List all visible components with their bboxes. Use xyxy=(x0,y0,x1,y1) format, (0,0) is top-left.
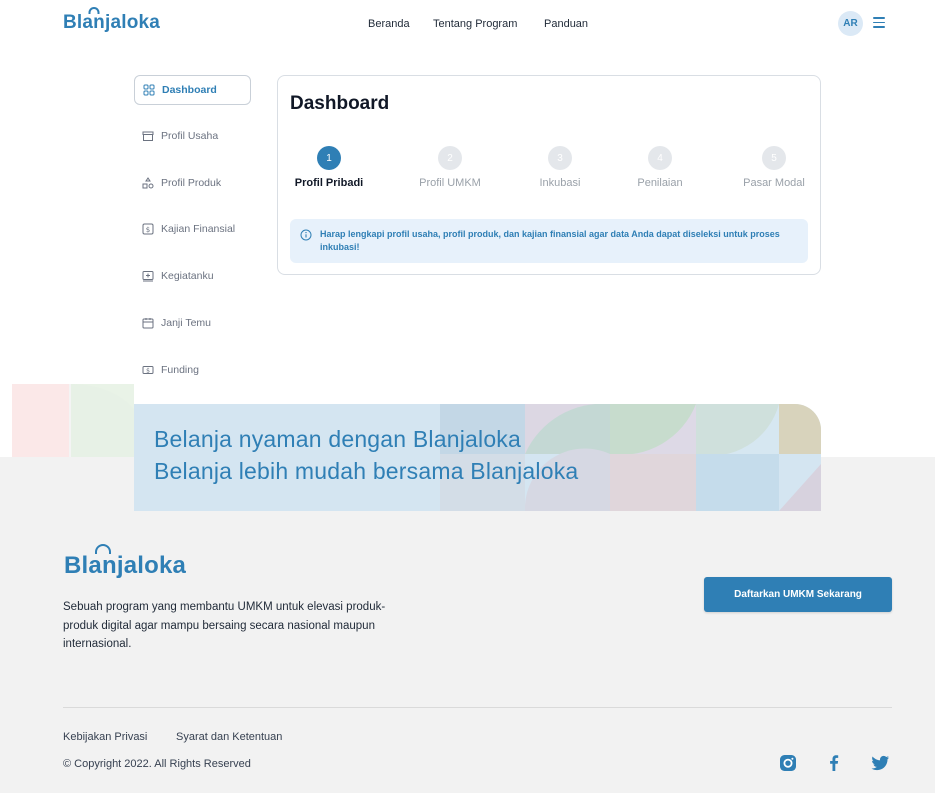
terms-link[interactable]: Syarat dan Ketentuan xyxy=(176,731,282,743)
nav-beranda[interactable]: Beranda xyxy=(368,18,410,30)
register-umkm-button[interactable]: Daftarkan UMKM Sekarang xyxy=(704,577,892,612)
footer-divider xyxy=(63,707,892,708)
grid-icon xyxy=(143,84,155,96)
header-logo[interactable]: Bl anjaloka xyxy=(63,7,161,34)
sidebar-item-label: Janji Temu xyxy=(161,317,211,329)
sidebar-item-label: Dashboard xyxy=(162,84,217,96)
logo-bag-text: an xyxy=(82,12,105,33)
plus-box-icon xyxy=(142,270,154,282)
shapes-icon xyxy=(142,177,154,189)
privacy-policy-link[interactable]: Kebijakan Privasi xyxy=(63,731,147,743)
bag-handle-icon xyxy=(88,7,100,14)
copyright-text: © Copyright 2022. All Rights Reserved xyxy=(63,758,251,770)
sidebar-item-kajian-finansial[interactable]: $ Kajian Finansial xyxy=(134,214,251,244)
footer-logo[interactable]: Bl anjaloka xyxy=(64,544,187,580)
nav-panduan[interactable]: Panduan xyxy=(544,18,588,30)
sidebar-item-label: Funding xyxy=(161,364,199,376)
step-label: Pasar Modal xyxy=(743,177,805,189)
sidebar-item-label: Profil Usaha xyxy=(161,130,219,142)
facebook-icon[interactable] xyxy=(824,753,844,773)
banner-headline-2: Belanja lebih mudah bersama Blanjaloka xyxy=(154,458,579,484)
step-number: 4 xyxy=(648,146,672,170)
sidebar-item-profil-produk[interactable]: Profil Produk xyxy=(134,168,251,198)
step-label: Penilaian xyxy=(637,177,683,189)
logo-suffix: jaloka xyxy=(116,552,187,579)
dollar-icon: $ xyxy=(142,223,154,235)
info-icon xyxy=(300,229,312,241)
sidebar-item-dashboard[interactable]: Dashboard xyxy=(134,75,251,105)
decorative-shapes xyxy=(12,384,134,457)
svg-text:$: $ xyxy=(146,226,150,234)
logo-bag: an xyxy=(82,7,105,34)
twitter-icon[interactable] xyxy=(870,753,890,773)
sidebar-item-label: Kajian Finansial xyxy=(161,223,236,235)
store-icon xyxy=(142,130,154,142)
sidebar-item-label: Kegiatanku xyxy=(161,270,214,282)
step-profil-pribadi[interactable]: 1 Profil Pribadi xyxy=(284,146,374,189)
logo-bag-text: an xyxy=(88,552,117,579)
logo-prefix: Bl xyxy=(64,552,89,579)
calendar-icon xyxy=(142,317,154,329)
step-inkubasi[interactable]: 3 Inkubasi xyxy=(515,146,605,189)
step-label: Profil UMKM xyxy=(419,177,481,189)
alert-message: Harap lengkapi profil usaha, profil prod… xyxy=(320,229,780,252)
info-alert: Harap lengkapi profil usaha, profil prod… xyxy=(290,219,808,263)
step-label: Inkubasi xyxy=(539,177,581,189)
bag-handle-icon xyxy=(94,544,111,554)
step-penilaian[interactable]: 4 Penilaian xyxy=(615,146,705,189)
page-title: Dashboard xyxy=(290,93,390,114)
banner-headline-1: Belanja nyaman dengan Blanjaloka xyxy=(154,426,521,452)
step-number: 2 xyxy=(438,146,462,170)
sidebar-item-profil-usaha[interactable]: Profil Usaha xyxy=(134,121,251,151)
step-number: 5 xyxy=(762,146,786,170)
step-number: 3 xyxy=(548,146,572,170)
sidebar-item-kegiatanku[interactable]: Kegiatanku xyxy=(134,261,251,291)
step-label: Profil Pribadi xyxy=(294,177,364,189)
promo-banner: Belanja nyaman dengan Blanjaloka Belanja… xyxy=(134,404,821,511)
logo-bag: an xyxy=(88,544,117,580)
sidebar-item-janji-temu[interactable]: Janji Temu xyxy=(134,308,251,338)
dashboard-card: Dashboard 1 Profil Pribadi 2 Profil UMKM… xyxy=(277,75,821,275)
sidebar-item-label: Profil Produk xyxy=(161,177,222,189)
nav-tentang-program[interactable]: Tentang Program xyxy=(433,18,517,30)
hamburger-menu-icon[interactable] xyxy=(873,17,885,28)
footer-description: Sebuah program yang membantu UMKM untuk … xyxy=(63,601,386,650)
svg-text:$: $ xyxy=(146,368,150,375)
user-avatar[interactable]: AR xyxy=(838,11,863,36)
instagram-icon[interactable] xyxy=(778,753,798,773)
money-icon: $ xyxy=(142,364,154,376)
step-pasar-modal[interactable]: 5 Pasar Modal xyxy=(729,146,819,189)
step-number: 1 xyxy=(317,146,341,170)
logo-suffix: jaloka xyxy=(104,12,161,33)
step-profil-umkm[interactable]: 2 Profil UMKM xyxy=(405,146,495,189)
sidebar-item-funding[interactable]: $ Funding xyxy=(134,355,251,385)
logo-prefix: Bl xyxy=(63,12,83,33)
